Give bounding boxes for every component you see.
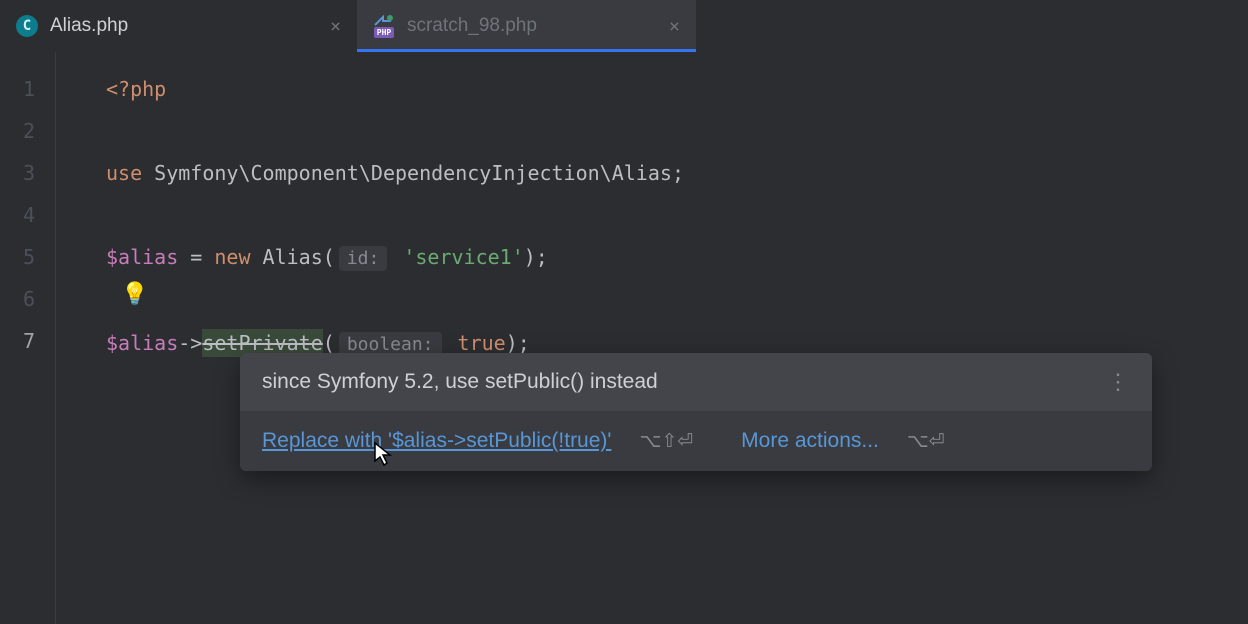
- php-scratch-icon: PHP: [373, 15, 395, 38]
- more-actions-link[interactable]: More actions...: [741, 429, 879, 453]
- line-number: 3: [0, 152, 35, 194]
- quick-fix-link[interactable]: Replace with '$alias->setPublic(!true)': [262, 429, 611, 453]
- tab-label: Alias.php: [50, 15, 128, 37]
- line-number: 4: [0, 194, 35, 236]
- popup-body: Replace with '$alias->setPublic(!true)' …: [240, 411, 1152, 471]
- line-gutter: 1 2 3 4 5 6 7: [0, 52, 55, 624]
- tab-label: scratch_98.php: [407, 15, 537, 37]
- line-number: 5: [0, 236, 35, 278]
- code-line-3: use Symfony\Component\DependencyInjectio…: [106, 152, 1248, 194]
- code-line-2: [106, 110, 1248, 152]
- shortcut-hint: ⌥⇧⏎: [639, 430, 693, 453]
- parameter-hint: id:: [339, 246, 388, 271]
- code-line-5: $alias = new Alias(id: 'service1');: [106, 236, 1248, 280]
- close-icon[interactable]: ×: [669, 16, 680, 37]
- line-number: 2: [0, 110, 35, 152]
- class-icon: C: [16, 15, 38, 37]
- close-icon[interactable]: ×: [330, 16, 341, 37]
- shortcut-hint: ⌥⏎: [907, 430, 945, 453]
- kebab-menu-icon[interactable]: ⋮: [1107, 369, 1130, 395]
- tab-alias-php[interactable]: C Alias.php ×: [0, 0, 357, 52]
- inspection-message: since Symfony 5.2, use setPublic() inste…: [262, 370, 658, 394]
- line-number-current: 7: [0, 320, 35, 362]
- code-line-1: <?php: [106, 68, 1248, 110]
- line-number: 1: [0, 68, 35, 110]
- code-line-4: [106, 194, 1248, 236]
- inspection-popup: since Symfony 5.2, use setPublic() inste…: [240, 353, 1152, 471]
- line-number: 6: [0, 278, 35, 320]
- tab-scratch-php[interactable]: PHP scratch_98.php ×: [357, 0, 696, 52]
- intention-bulb-icon[interactable]: 💡: [121, 274, 148, 316]
- code-area[interactable]: <?php use Symfony\Component\DependencyIn…: [55, 52, 1248, 624]
- editor: 1 2 3 4 5 6 7 <?php use Symfony\Componen…: [0, 52, 1248, 624]
- tab-bar: C Alias.php × PHP scratch_98.php ×: [0, 0, 1248, 52]
- popup-header: since Symfony 5.2, use setPublic() inste…: [240, 353, 1152, 411]
- code-line-6: [106, 280, 1248, 322]
